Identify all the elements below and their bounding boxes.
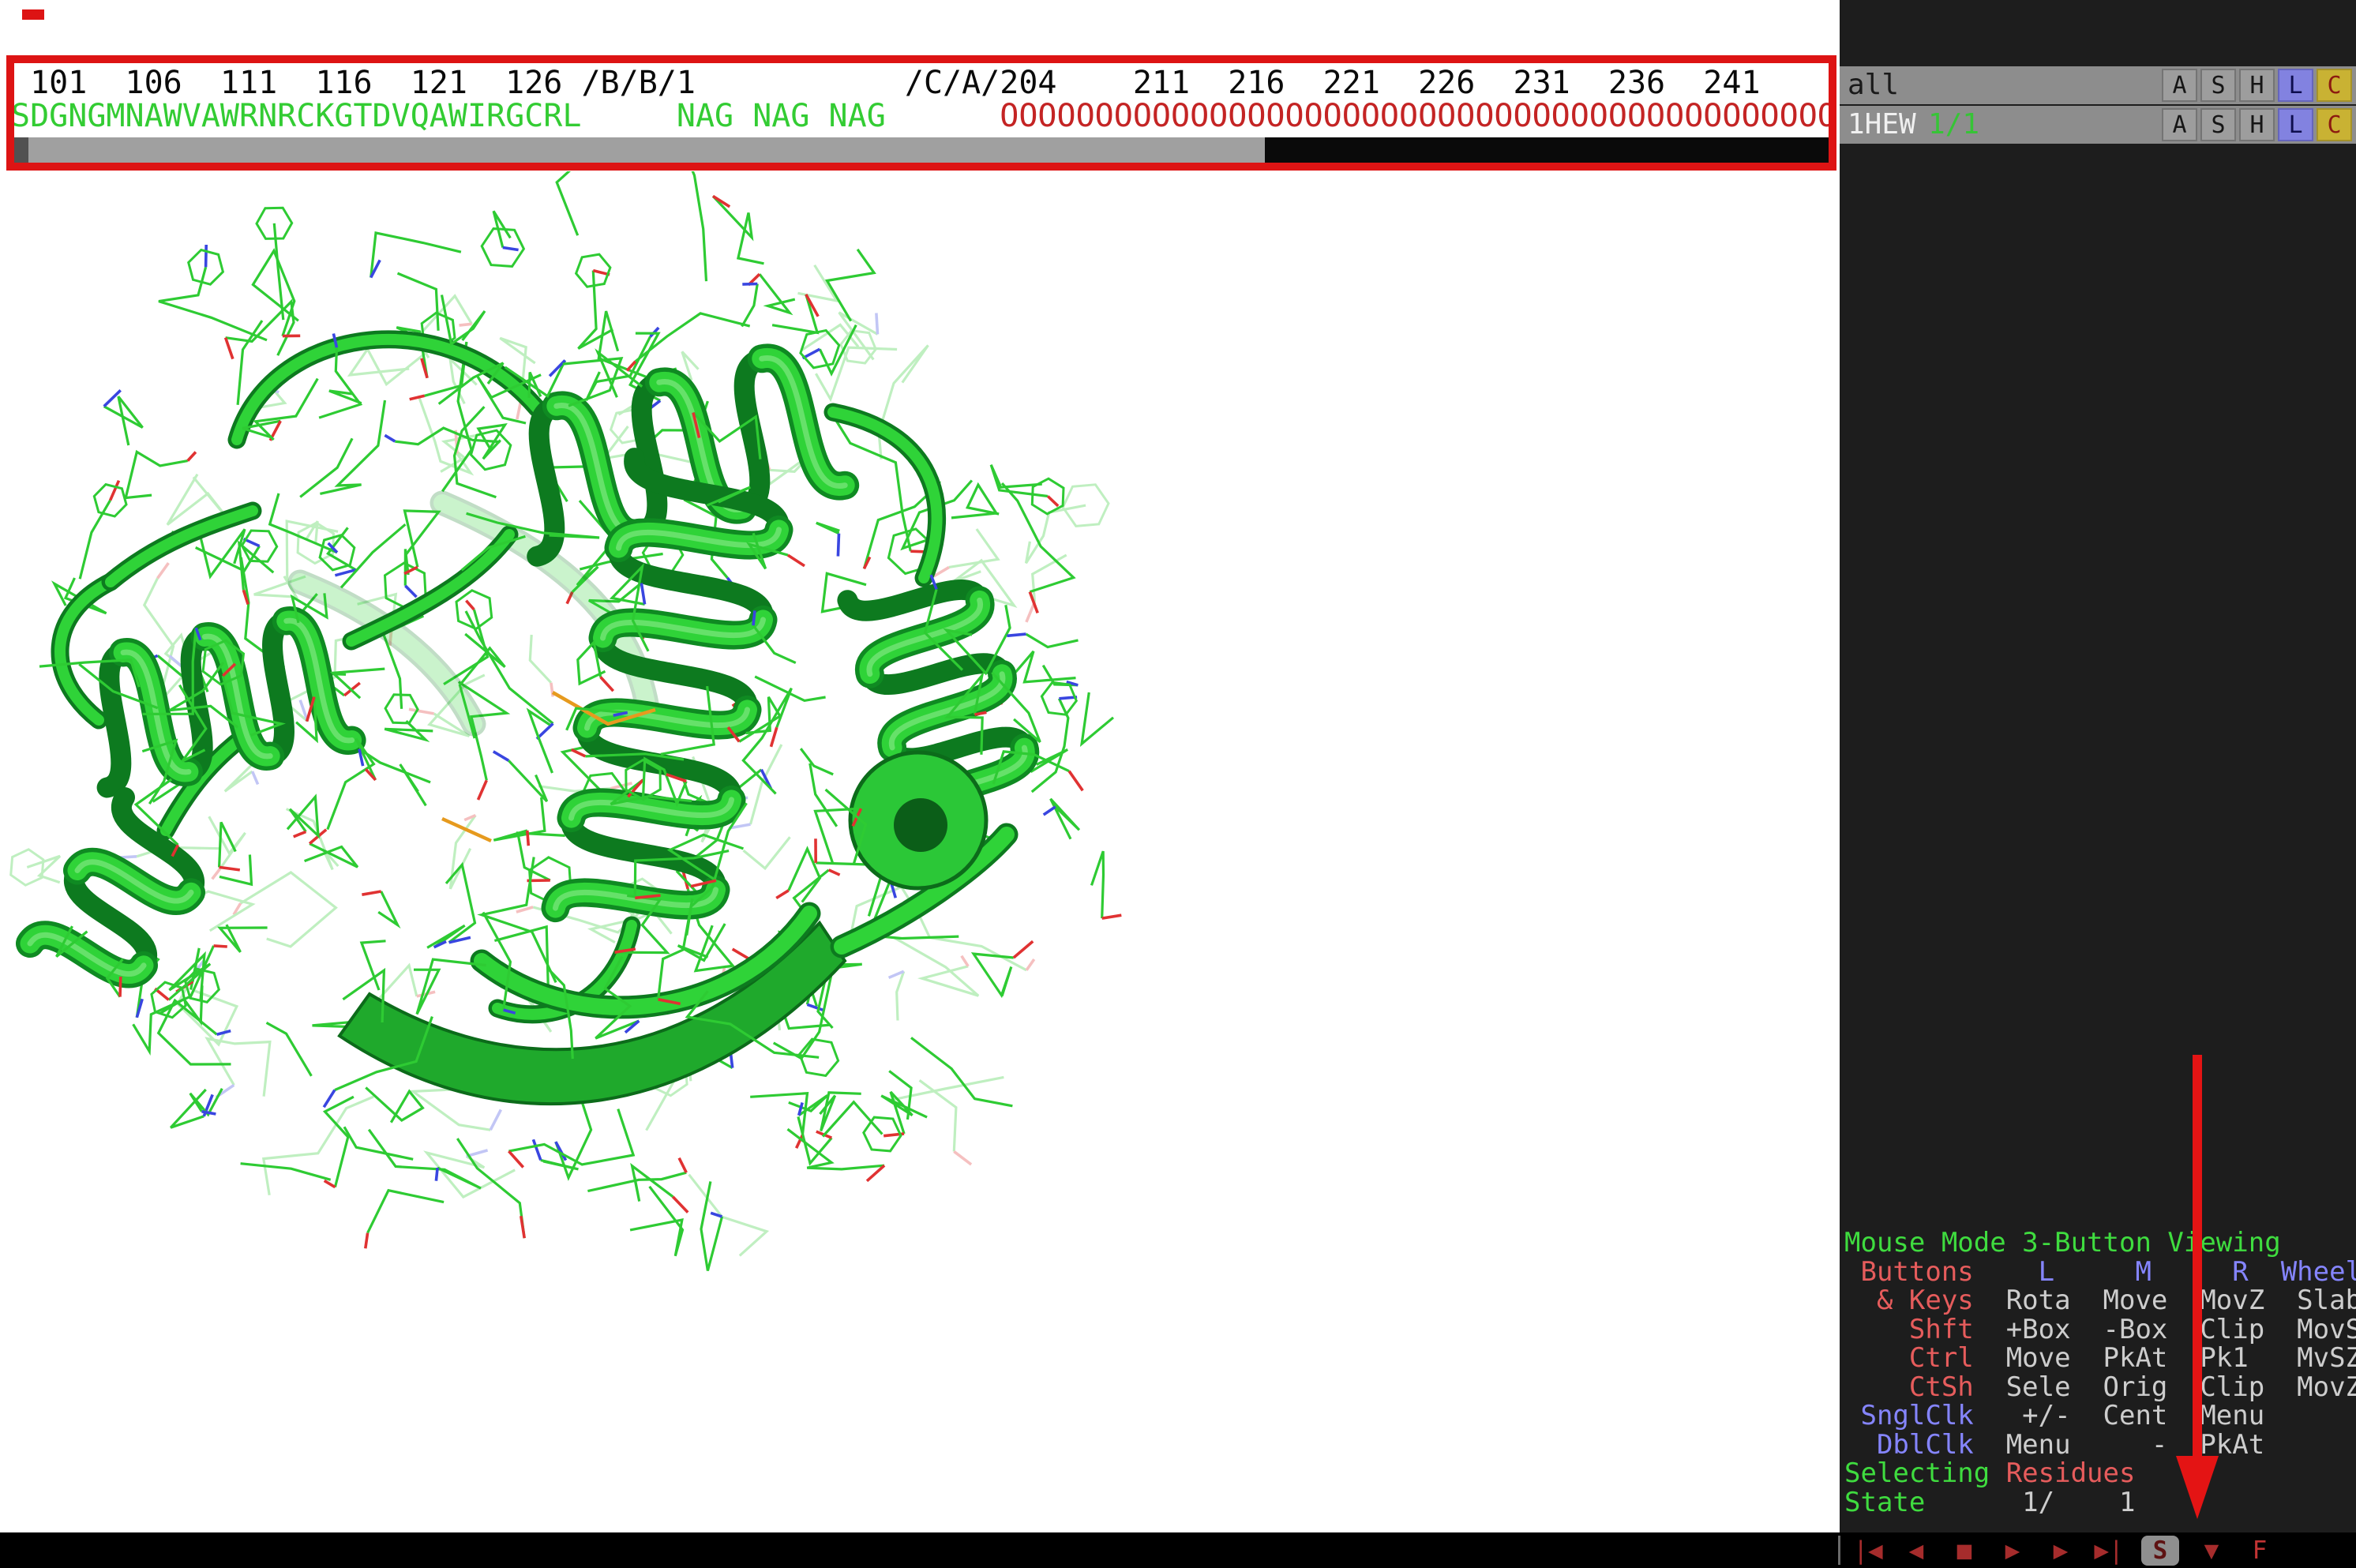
menu-button-h-all[interactable]: H	[2239, 69, 2275, 102]
menu-button-a-1hew[interactable]: A	[2162, 108, 2197, 141]
object-state-count: 1/1	[1928, 106, 1979, 144]
fullscreen-button[interactable]: F	[2244, 1536, 2275, 1565]
sequence-protein-residues[interactable]: SDGNGMNAWVAWRNRCKGTDVQAWIRGCRL NAG NAG N…	[11, 98, 1000, 134]
mouse-panel-line-0: Mouse Mode 3-Button Viewing	[1844, 1229, 2356, 1258]
object-name[interactable]: all	[1848, 66, 1899, 104]
protein-structure[interactable]	[0, 171, 1840, 1532]
object-menu-buttons: ASHLC	[2162, 108, 2352, 141]
mouse-panel-line-5: CtSh Sele Orig Clip MovZ	[1844, 1373, 2356, 1402]
annotation-mark	[22, 9, 44, 20]
movie-end-button[interactable]: ▶|	[2093, 1536, 2125, 1565]
menu-button-a-all[interactable]: A	[2162, 69, 2197, 102]
mouse-panel-line-9: State 1/ 1	[1844, 1488, 2356, 1517]
mouse-panel-line-1: Buttons L M R Wheel	[1844, 1258, 2356, 1287]
object-menu-buttons: ASHLC	[2162, 69, 2352, 102]
panel-divider	[1838, 1536, 1840, 1565]
object-name[interactable]: 1HEW	[1848, 106, 1916, 144]
movie-step-forward-button[interactable]: ▶	[2045, 1536, 2077, 1565]
pymol-window: 101 106 111 116 121 126 /B/B/1 /C/A/204 …	[0, 0, 2356, 1568]
sequence-ligand-residues[interactable]: OOOOOOOOOOOOOOOOOOOOOOOOOOOOOOOOOOOOOOOO…	[1000, 98, 1836, 134]
mouse-panel-line-6: SnglClk +/- Cent Menu	[1844, 1401, 2356, 1431]
movie-play-button[interactable]: ▶	[1997, 1536, 2028, 1565]
sequence-scrollbar-thumb[interactable]	[28, 137, 1265, 166]
object-row-1hew[interactable]: 1HEW 1/1 ASHLC	[1840, 106, 2356, 144]
mouse-panel-line-4: Ctrl Move PkAt Pk1 MvSZ	[1844, 1344, 2356, 1373]
menu-button-h-1hew[interactable]: H	[2239, 108, 2275, 141]
movie-step-back-button[interactable]: ◀	[1900, 1536, 1932, 1565]
movie-rewind-button[interactable]: |◀	[1852, 1536, 1884, 1565]
movie-controls: |◀ ◀ ■ ▶ ▶ ▶| S ▼ F	[1852, 1532, 2275, 1568]
sequence-toggle-button[interactable]: S	[2141, 1536, 2179, 1566]
sequence-viewer: 101 106 111 116 121 126 /B/B/1 /C/A/204 …	[0, 0, 1840, 171]
sequence-scrollbar[interactable]	[9, 137, 1835, 166]
object-list: all ASHLC 1HEW 1/1 ASHLC	[1840, 66, 2356, 145]
menu-button-c-1hew[interactable]: C	[2317, 108, 2352, 141]
mouse-panel-line-2: & Keys Rota Move MovZ Slab	[1844, 1286, 2356, 1315]
3d-viewport[interactable]	[0, 171, 1840, 1532]
mouse-mode-panel: Mouse Mode 3-Button Viewing Buttons L M …	[1840, 1229, 2356, 1517]
menu-button-s-1hew[interactable]: S	[2200, 108, 2236, 141]
menu-button-l-1hew[interactable]: L	[2278, 108, 2313, 141]
control-panel: all ASHLC 1HEW 1/1 ASHLC Mouse Mode 3-Button…	[1840, 0, 2356, 1532]
menu-button-l-all[interactable]: L	[2278, 69, 2313, 102]
sequence-scrollbar-cap[interactable]	[9, 137, 28, 166]
mouse-panel-line-3: Shft +Box -Box Clip MovS	[1844, 1315, 2356, 1345]
sequence-residue-numbers: 101 106 111 116 121 126 /B/B/1 /C/A/204 …	[11, 66, 1761, 99]
panel-collapse-button[interactable]: ▼	[2196, 1536, 2227, 1565]
menu-button-c-all[interactable]: C	[2317, 69, 2352, 102]
object-row-all[interactable]: all ASHLC	[1840, 66, 2356, 104]
bottom-bar: |◀ ◀ ■ ▶ ▶ ▶| S ▼ F	[0, 1532, 2356, 1568]
menu-button-s-all[interactable]: S	[2200, 69, 2236, 102]
mouse-mode-matrix: Mouse Mode 3-Button Viewing Buttons L M …	[1844, 1229, 2356, 1517]
mouse-panel-line-8: Selecting Residues	[1844, 1459, 2356, 1488]
mouse-panel-line-7: DblClk Menu - PkAt	[1844, 1431, 2356, 1460]
sequence-letters[interactable]: SDGNGMNAWVAWRNRCKGTDVQAWIRGCRL NAG NAG N…	[11, 99, 1836, 133]
movie-stop-button[interactable]: ■	[1949, 1536, 1980, 1565]
